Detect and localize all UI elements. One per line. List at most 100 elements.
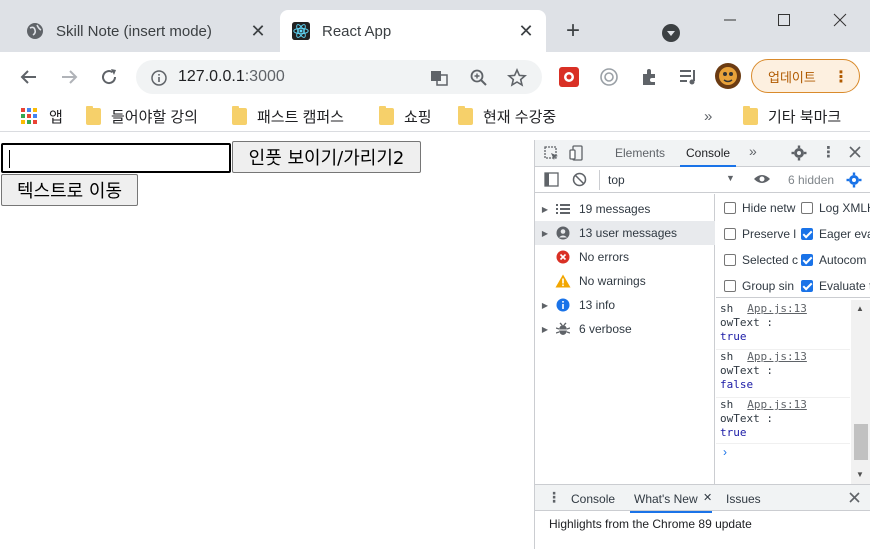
media-control-icon[interactable] xyxy=(676,64,702,90)
devtools-close-icon[interactable] xyxy=(848,145,862,162)
reload-icon[interactable] xyxy=(96,64,122,90)
bookmark-folder[interactable]: 쇼핑 xyxy=(379,105,432,126)
sidebar-item-info[interactable]: ▶ 13 info xyxy=(535,293,715,317)
maximize-icon[interactable] xyxy=(770,6,798,34)
folder-icon xyxy=(458,105,473,125)
translate-icon[interactable] xyxy=(428,67,450,89)
settings-gear-icon[interactable] xyxy=(791,145,807,164)
tab-react-app[interactable]: React App ✕ xyxy=(280,10,546,52)
checkbox-selected-context[interactable]: Selected c xyxy=(724,253,798,267)
extension-target-icon[interactable] xyxy=(596,64,622,90)
hidden-count: 6 hidden xyxy=(788,173,835,187)
drawer-close-icon[interactable] xyxy=(848,491,861,507)
tab-console[interactable]: Console xyxy=(679,146,737,167)
close-icon[interactable]: ✕ xyxy=(514,19,538,43)
bookmark-folder[interactable]: 들어야할 강의 xyxy=(86,105,198,126)
checkbox-log-xhr[interactable]: Log XMLH xyxy=(801,201,870,215)
sidebar-item-verbose[interactable]: ▶ 6 verbose xyxy=(535,317,715,341)
inspect-element-icon[interactable] xyxy=(544,146,559,164)
window-close-icon[interactable] xyxy=(826,6,854,34)
sidebar-item-label: No warnings xyxy=(579,274,646,288)
bookmark-label: 앱 xyxy=(49,108,63,126)
forward-icon[interactable] xyxy=(56,64,82,90)
console-prompt[interactable]: › xyxy=(723,445,727,459)
checkbox-evaluate-triggers[interactable]: Evaluate t xyxy=(801,279,870,293)
checkbox-hide-network[interactable]: Hide netw xyxy=(724,201,795,215)
log-source-link[interactable]: App.js:13 xyxy=(747,350,807,363)
tab-skill-note[interactable]: Skill Note (insert mode) ✕ xyxy=(14,10,278,52)
log-value: true xyxy=(720,330,747,343)
drawer-content: Highlights from the Chrome 89 update xyxy=(535,512,870,549)
clear-console-icon[interactable] xyxy=(572,172,587,190)
sidebar-item-user-messages[interactable]: ▶ 13 user messages xyxy=(535,221,715,245)
log-source-link[interactable]: App.js:13 xyxy=(747,398,807,411)
address-bar[interactable]: 127.0.0.1:3000 xyxy=(136,60,542,94)
bookmark-star-icon[interactable] xyxy=(506,67,528,89)
update-label: 업데이트 xyxy=(768,69,816,85)
log-source-link[interactable]: App.js:13 xyxy=(747,302,807,315)
expand-arrow-icon: ▶ xyxy=(541,324,549,334)
scroll-up-arrow-icon[interactable]: ▲ xyxy=(856,304,864,313)
close-icon[interactable]: ✕ xyxy=(246,19,270,43)
bookmark-label: 들어야할 강의 xyxy=(111,108,198,126)
sidebar-item-label: No errors xyxy=(579,250,630,264)
sidebar-item-messages[interactable]: ▶ 19 messages xyxy=(535,197,715,221)
scrollbar-thumb[interactable] xyxy=(854,424,868,460)
bookmark-label: 현재 수강중 xyxy=(483,108,557,126)
drawer-tab-whats-new[interactable]: What's New xyxy=(630,492,712,513)
drawer-tab-console[interactable]: Console xyxy=(571,492,615,506)
back-icon[interactable] xyxy=(16,64,42,90)
checkbox-box xyxy=(724,254,736,266)
move-to-text-button[interactable]: 텍스트로 이동 xyxy=(1,174,138,206)
drawer-tab-issues[interactable]: Issues xyxy=(726,492,761,506)
toggle-input-button[interactable]: 인풋 보이기/가리기2 xyxy=(232,141,421,173)
checkbox-box xyxy=(801,202,813,214)
checkbox-label: Autocom xyxy=(819,253,867,267)
checkbox-box-checked xyxy=(801,254,813,266)
new-tab-button[interactable]: + xyxy=(560,18,586,44)
console-settings-gear-icon[interactable] xyxy=(846,172,862,191)
context-selector[interactable]: top ▼ xyxy=(599,170,739,190)
bug-icon xyxy=(555,321,571,337)
bookmark-apps[interactable]: 앱 xyxy=(21,106,63,126)
tab-title: Skill Note (insert mode) xyxy=(56,22,212,40)
more-tabs-button[interactable]: » xyxy=(749,143,757,159)
devtools-panel: Elements Console » ⋮ top ▼ 6 hidden ▶ 19… xyxy=(534,140,870,549)
live-expression-eye-icon[interactable] xyxy=(753,172,771,189)
bookmarks-overflow-button[interactable]: » xyxy=(704,106,712,126)
menu-dots-icon: ⋮ xyxy=(833,69,849,86)
devtools-menu-icon[interactable]: ⋮ xyxy=(821,143,836,161)
info-icon[interactable] xyxy=(148,67,170,89)
tab-search-icon[interactable] xyxy=(660,22,682,44)
checkbox-eager-eval[interactable]: Eager eva xyxy=(801,227,870,241)
dropdown-arrow-icon: ▼ xyxy=(726,173,735,183)
folder-icon xyxy=(232,105,247,125)
log-text: owText : xyxy=(720,412,773,425)
checkbox-autocomplete[interactable]: Autocom xyxy=(801,253,866,267)
scroll-down-arrow-icon[interactable]: ▼ xyxy=(856,470,864,479)
extension-react-devtools-icon[interactable] xyxy=(556,64,582,90)
text-input[interactable] xyxy=(1,143,231,173)
tab-elements[interactable]: Elements xyxy=(615,146,665,160)
checkbox-label: Log XMLH xyxy=(819,201,870,215)
sidebar-item-errors[interactable]: No errors xyxy=(535,245,715,269)
zoom-icon[interactable] xyxy=(468,67,490,89)
profile-avatar[interactable] xyxy=(714,62,742,90)
sidebar-item-warnings[interactable]: No warnings xyxy=(535,269,715,293)
drawer-menu-icon[interactable]: ⋮ xyxy=(547,489,561,506)
extensions-puzzle-icon[interactable] xyxy=(636,64,662,90)
checkbox-preserve-log[interactable]: Preserve l xyxy=(724,227,796,241)
console-scrollbar[interactable]: ▲ ▼ xyxy=(851,300,870,484)
bookmark-folder[interactable]: 현재 수강중 xyxy=(458,105,557,126)
update-button[interactable]: 업데이트 ⋮ xyxy=(751,59,860,93)
sidebar-toggle-icon[interactable] xyxy=(544,172,559,190)
checkbox-label: Hide netw xyxy=(742,201,796,215)
bookmark-folder[interactable]: 패스트 캠퍼스 xyxy=(232,105,344,126)
close-icon[interactable]: ✕ xyxy=(703,491,712,504)
text-caret xyxy=(9,150,10,168)
bookmark-other-folder[interactable]: 기타 북마크 xyxy=(743,105,841,126)
minimize-icon[interactable] xyxy=(716,6,744,34)
sidebar-item-label: 6 verbose xyxy=(579,322,632,336)
checkbox-group-similar[interactable]: Group sin xyxy=(724,279,794,293)
device-toolbar-icon[interactable] xyxy=(569,145,585,164)
